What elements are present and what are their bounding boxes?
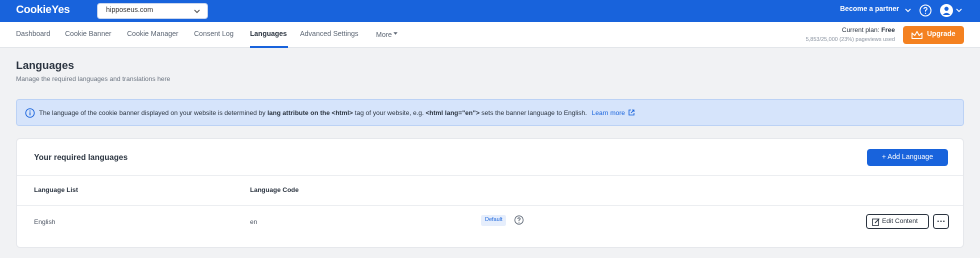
learn-more-link[interactable]: Learn more: [591, 109, 635, 117]
become-partner-link[interactable]: Become a partner: [840, 6, 899, 13]
user-avatar[interactable]: [940, 4, 953, 17]
nav-cookie-manager[interactable]: Cookie Manager: [127, 31, 178, 38]
divider: [17, 205, 963, 206]
active-tab-indicator: [250, 46, 288, 48]
info-banner: The language of the cookie banner displa…: [16, 99, 964, 126]
pageview-usage: 5,853/25,000 (23%) pageviews used: [805, 37, 895, 43]
info-icon: [25, 108, 35, 118]
info-bold-1: lang attribute on the <html>: [267, 110, 353, 117]
plan-name: Free: [881, 27, 895, 34]
language-code: en: [250, 219, 258, 226]
top-bar: CookieYes hipposeus.com Become a partner: [0, 0, 980, 22]
caret-down-icon: [393, 32, 398, 35]
info-text-3: sets the banner language to English.: [479, 110, 587, 117]
site-select-value: hipposeus.com: [106, 7, 154, 14]
edit-content-button[interactable]: Edit Content: [866, 214, 929, 229]
nav-consent-log[interactable]: Consent Log: [194, 31, 234, 38]
question-icon[interactable]: [514, 215, 524, 225]
column-header-language-code: Language Code: [250, 187, 299, 194]
languages-card: Your required languages + Add Language L…: [16, 138, 964, 248]
default-badge: Default: [481, 215, 507, 226]
page-subtitle: Manage the required languages and transl…: [16, 76, 171, 83]
info-text-2: tag of your website, e.g.: [352, 110, 426, 117]
nav-more-label: More: [376, 32, 392, 39]
nav-more[interactable]: More: [376, 31, 398, 39]
plan-info: Current plan: Free 5,853/25,000 (23%) pa…: [806, 27, 895, 43]
nav-cookie-banner[interactable]: Cookie Banner: [65, 31, 111, 38]
chevron-down-icon[interactable]: [904, 6, 912, 14]
add-language-button[interactable]: + Add Language: [867, 149, 948, 166]
language-name: English: [34, 219, 56, 226]
page-title: Languages: [16, 60, 75, 72]
nav-advanced-settings[interactable]: Advanced Settings: [300, 31, 358, 38]
user-icon: [942, 6, 951, 15]
more-options-button[interactable]: …: [933, 214, 949, 229]
edit-content-label: Edit Content: [882, 218, 918, 225]
info-bold-2: <html lang="en">: [425, 110, 480, 117]
info-text-1: The language of the cookie banner displa…: [39, 110, 268, 117]
crown-icon: [911, 31, 923, 39]
learn-more-label: Learn more: [591, 110, 626, 117]
divider: [17, 175, 963, 176]
site-select[interactable]: hipposeus.com: [97, 3, 208, 19]
column-header-language-list: Language List: [34, 187, 79, 194]
edit-icon: [872, 218, 880, 226]
help-icon[interactable]: [919, 4, 932, 17]
chevron-down-icon[interactable]: [955, 6, 963, 14]
external-link-icon: [628, 109, 635, 116]
upgrade-label: Upgrade: [927, 31, 956, 38]
nav-languages[interactable]: Languages: [250, 31, 287, 38]
cookieyes-logo[interactable]: CookieYes: [16, 4, 70, 16]
nav-dashboard[interactable]: Dashboard: [16, 31, 50, 38]
plan-current-label: Current plan:: [841, 27, 880, 34]
main-nav: Dashboard Cookie Banner Cookie Manager C…: [0, 22, 980, 48]
upgrade-button[interactable]: Upgrade: [903, 26, 964, 44]
info-text: The language of the cookie banner displa…: [39, 109, 635, 117]
chevron-down-icon: [194, 9, 200, 14]
card-title: Your required languages: [34, 153, 128, 162]
